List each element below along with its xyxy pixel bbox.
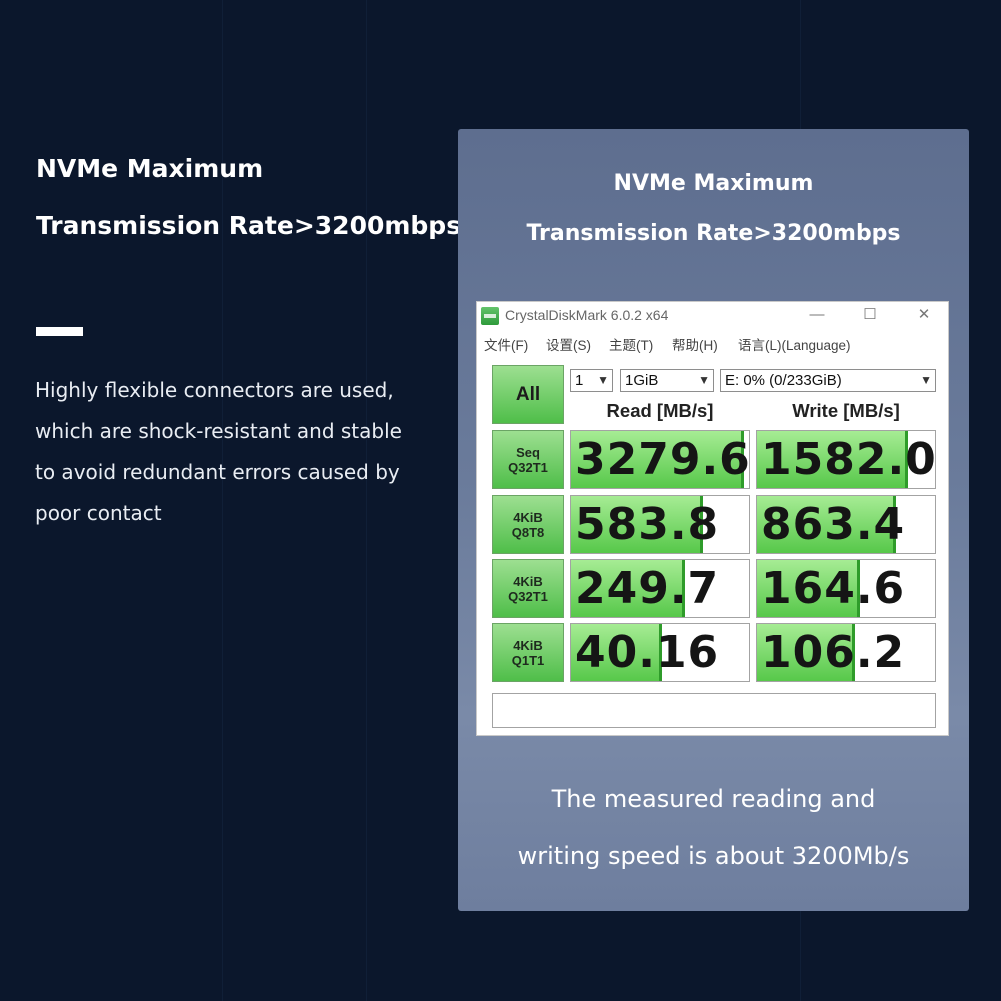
test-label-line2: Q32T1 (508, 459, 548, 475)
read-column-header: Read [MB/s] (606, 400, 714, 421)
test-label-line1: 4KiB (513, 509, 543, 525)
maximize-button[interactable]: ☐ (856, 304, 884, 326)
menu-language[interactable]: 语言(L)(Language) (738, 334, 851, 354)
menu-settings[interactable]: 设置(S) (546, 334, 591, 354)
test-label-line1: Seq (516, 444, 540, 460)
menu-help[interactable]: 帮助(H) (672, 334, 718, 354)
title-bar: CrystalDiskMark 6.0.2 x64 — ☐ ✕ (477, 302, 948, 330)
panel-heading-line1: NVMe Maximum (613, 171, 814, 196)
write-value: 106.2 (761, 627, 906, 678)
read-value: 3279.6 (575, 434, 750, 485)
left-description: Highly flexible connectors are used, whi… (35, 370, 435, 534)
panel-caption: The measured reading and writing speed i… (458, 771, 969, 885)
crystaldiskmark-window: CrystalDiskMark 6.0.2 x64 — ☐ ✕ 文件(F) 设置… (476, 301, 949, 736)
test-label-line1: 4KiB (513, 573, 543, 589)
description-line: to avoid redundant errors caused by (35, 460, 400, 484)
write-result-cell: 863.4 (756, 495, 936, 554)
4kib-q1t1-button[interactable]: 4KiB Q1T1 (492, 623, 564, 682)
description-line: Highly flexible connectors are used, (35, 378, 394, 402)
test-label-line2: Q8T8 (511, 524, 545, 540)
write-value: 863.4 (761, 499, 906, 550)
write-result-cell: 164.6 (756, 559, 936, 618)
test-label-line2: Q1T1 (511, 652, 545, 668)
4kib-q32t1-button[interactable]: 4KiB Q32T1 (492, 559, 564, 618)
test-label-line2: Q32T1 (508, 588, 548, 604)
minimize-button[interactable]: — (803, 304, 831, 326)
chevron-down-icon: ▼ (698, 373, 710, 387)
description-line: poor contact (35, 501, 162, 525)
write-result-cell: 106.2 (756, 623, 936, 682)
read-value: 40.16 (575, 627, 720, 678)
write-value: 164.6 (761, 563, 906, 614)
menu-file[interactable]: 文件(F) (484, 334, 528, 354)
panel-heading-line2: Transmission Rate>3200mbps (526, 221, 901, 246)
app-icon (481, 307, 499, 325)
size-select[interactable]: 1GiB ▼ (620, 369, 714, 392)
count-select-value: 1 (575, 372, 584, 389)
count-select[interactable]: 1 ▼ (570, 369, 613, 392)
menu-bar: 文件(F) 设置(S) 主题(T) 帮助(H) 语言(L)(Language) (477, 332, 948, 354)
write-result-cell: 1582.0 (756, 430, 936, 489)
description-line: which are shock-resistant and stable (35, 419, 402, 443)
comment-field[interactable] (492, 693, 936, 728)
panel-heading: NVMe Maximum Transmission Rate>3200mbps (458, 159, 969, 259)
panel-caption-line1: The measured reading and (551, 785, 876, 813)
all-button[interactable]: All (492, 365, 564, 424)
write-column-header: Write [MB/s] (792, 400, 900, 421)
drive-select[interactable]: E: 0% (0/233GiB) ▼ (720, 369, 936, 392)
4kib-q8t8-button[interactable]: 4KiB Q8T8 (492, 495, 564, 554)
panel-caption-line2: writing speed is about 3200Mb/s (517, 842, 910, 870)
seq-q32t1-button[interactable]: Seq Q32T1 (492, 430, 564, 489)
test-label-line1: 4KiB (513, 637, 543, 653)
left-heading: NVMe Maximum Transmission Rate>3200mbps (36, 140, 462, 254)
read-value: 583.8 (575, 499, 720, 550)
read-value: 249.7 (575, 563, 720, 614)
close-button[interactable]: ✕ (910, 304, 938, 326)
benchmark-panel: NVMe Maximum Transmission Rate>3200mbps … (458, 129, 969, 911)
chevron-down-icon: ▼ (597, 373, 609, 387)
chevron-down-icon: ▼ (920, 373, 932, 387)
left-heading-line1: NVMe Maximum (36, 154, 264, 183)
read-result-cell: 40.16 (570, 623, 750, 682)
drive-select-value: E: 0% (0/233GiB) (725, 372, 842, 389)
divider-dash (36, 327, 83, 336)
read-result-cell: 3279.6 (570, 430, 750, 489)
read-result-cell: 249.7 (570, 559, 750, 618)
window-title: CrystalDiskMark 6.0.2 x64 (505, 307, 669, 323)
size-select-value: 1GiB (625, 372, 659, 389)
write-value: 1582.0 (761, 434, 936, 485)
menu-theme[interactable]: 主题(T) (609, 334, 653, 354)
left-heading-line2: Transmission Rate>3200mbps (36, 211, 462, 240)
read-result-cell: 583.8 (570, 495, 750, 554)
